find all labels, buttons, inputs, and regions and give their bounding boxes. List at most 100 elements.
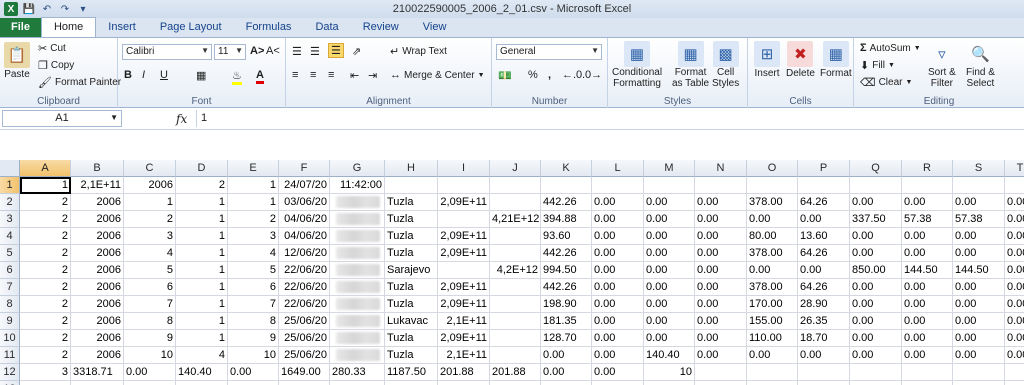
cell-c9[interactable]: 8 bbox=[124, 313, 176, 330]
middle-align-button[interactable]: ☰ bbox=[310, 45, 320, 58]
cell-l4[interactable]: 0.00 bbox=[592, 228, 644, 245]
cell-b11[interactable]: 2006 bbox=[71, 347, 124, 364]
cell-j11[interactable] bbox=[490, 347, 541, 364]
cell-e12[interactable]: 0.00 bbox=[228, 364, 279, 381]
conditional-formatting-button[interactable]: ▦ Conditional Formatting bbox=[612, 41, 662, 89]
cell-q5[interactable]: 0.00 bbox=[850, 245, 902, 262]
cell-k8[interactable]: 198.90 bbox=[541, 296, 592, 313]
borders-button[interactable]: ▦ bbox=[196, 69, 206, 82]
cell-f2[interactable]: 03/06/20 bbox=[279, 194, 330, 211]
row-header-11[interactable]: 11 bbox=[0, 347, 20, 364]
align-center-button[interactable]: ≡ bbox=[310, 69, 316, 81]
shrink-font-button[interactable]: A˂ bbox=[266, 45, 280, 57]
cell-n7[interactable]: 0.00 bbox=[695, 279, 747, 296]
cell-k11[interactable]: 0.00 bbox=[541, 347, 592, 364]
empty-cell[interactable] bbox=[71, 381, 124, 385]
tab-page-layout[interactable]: Page Layout bbox=[148, 18, 234, 37]
cell-i11[interactable]: 2,1E+11 bbox=[438, 347, 490, 364]
cell-h10[interactable]: Tuzla bbox=[385, 330, 438, 347]
cell-j4[interactable] bbox=[490, 228, 541, 245]
cell-h3[interactable]: Tuzla bbox=[385, 211, 438, 228]
tab-insert[interactable]: Insert bbox=[96, 18, 148, 37]
cell-t9[interactable]: 0.00 bbox=[1005, 313, 1024, 330]
cell-f8[interactable]: 22/06/20 bbox=[279, 296, 330, 313]
cell-a1[interactable]: 1 bbox=[20, 177, 71, 194]
empty-cell[interactable] bbox=[385, 381, 438, 385]
row-header-8[interactable]: 8 bbox=[0, 296, 20, 313]
column-header-n[interactable]: N bbox=[695, 160, 747, 177]
delete-cells-button[interactable]: ✖ Delete bbox=[786, 41, 815, 79]
cell-a3[interactable]: 2 bbox=[20, 211, 71, 228]
cell-b8[interactable]: 2006 bbox=[71, 296, 124, 313]
cell-c11[interactable]: 10 bbox=[124, 347, 176, 364]
cell-k1[interactable] bbox=[541, 177, 592, 194]
cell-l12[interactable]: 0.00 bbox=[592, 364, 644, 381]
cell-f12[interactable]: 1649.00 bbox=[279, 364, 330, 381]
cell-o7[interactable]: 378.00 bbox=[747, 279, 798, 296]
cell-s1[interactable] bbox=[953, 177, 1005, 194]
sort-filter-button[interactable]: ▿ Sort & Filter bbox=[928, 41, 956, 89]
cell-e5[interactable]: 4 bbox=[228, 245, 279, 262]
cell-p10[interactable]: 18.70 bbox=[798, 330, 850, 347]
cell-j2[interactable] bbox=[490, 194, 541, 211]
cell-s6[interactable]: 144.50 bbox=[953, 262, 1005, 279]
row-header-13[interactable]: 13 bbox=[0, 381, 20, 385]
cell-i9[interactable]: 2,1E+11 bbox=[438, 313, 490, 330]
cell-e6[interactable]: 5 bbox=[228, 262, 279, 279]
cell-d6[interactable]: 1 bbox=[176, 262, 228, 279]
cell-j1[interactable] bbox=[490, 177, 541, 194]
cell-f5[interactable]: 12/06/20 bbox=[279, 245, 330, 262]
column-header-a[interactable]: A bbox=[20, 160, 71, 177]
cell-s12[interactable] bbox=[953, 364, 1005, 381]
cell-r4[interactable]: 0.00 bbox=[902, 228, 953, 245]
cell-q3[interactable]: 337.50 bbox=[850, 211, 902, 228]
cell-q6[interactable]: 850.00 bbox=[850, 262, 902, 279]
empty-cell[interactable] bbox=[747, 381, 798, 385]
cell-g3[interactable] bbox=[330, 211, 385, 228]
cell-d3[interactable]: 1 bbox=[176, 211, 228, 228]
cell-k3[interactable]: 394.88 bbox=[541, 211, 592, 228]
cell-h2[interactable]: Tuzla bbox=[385, 194, 438, 211]
cell-t1[interactable] bbox=[1005, 177, 1024, 194]
decrease-indent-button[interactable]: ⇤ bbox=[350, 69, 359, 82]
cell-l2[interactable]: 0.00 bbox=[592, 194, 644, 211]
cell-l9[interactable]: 0.00 bbox=[592, 313, 644, 330]
merge-center-button[interactable]: ↔ Merge & Center ▼ bbox=[390, 69, 485, 81]
row-header-3[interactable]: 3 bbox=[0, 211, 20, 228]
cell-e7[interactable]: 6 bbox=[228, 279, 279, 296]
cell-i2[interactable]: 2,09E+11 bbox=[438, 194, 490, 211]
cell-h12[interactable]: 1187.50 bbox=[385, 364, 438, 381]
cell-r11[interactable]: 0.00 bbox=[902, 347, 953, 364]
column-header-p[interactable]: P bbox=[798, 160, 850, 177]
cell-n4[interactable]: 0.00 bbox=[695, 228, 747, 245]
cell-r1[interactable] bbox=[902, 177, 953, 194]
cell-g11[interactable] bbox=[330, 347, 385, 364]
column-header-r[interactable]: R bbox=[902, 160, 953, 177]
cell-g12[interactable]: 280.33 bbox=[330, 364, 385, 381]
cell-o6[interactable]: 0.00 bbox=[747, 262, 798, 279]
underline-button[interactable]: U bbox=[160, 69, 168, 81]
cell-t12[interactable] bbox=[1005, 364, 1024, 381]
empty-cell[interactable] bbox=[228, 381, 279, 385]
cell-a4[interactable]: 2 bbox=[20, 228, 71, 245]
row-header-12[interactable]: 12 bbox=[0, 364, 20, 381]
name-box[interactable]: A1 ▼ bbox=[2, 110, 122, 127]
cell-f10[interactable]: 25/06/20 bbox=[279, 330, 330, 347]
cell-i10[interactable]: 2,09E+11 bbox=[438, 330, 490, 347]
cell-t4[interactable]: 0.00 bbox=[1005, 228, 1024, 245]
column-header-d[interactable]: D bbox=[176, 160, 228, 177]
cell-o9[interactable]: 155.00 bbox=[747, 313, 798, 330]
cell-o12[interactable] bbox=[747, 364, 798, 381]
increase-indent-button[interactable]: ⇥ bbox=[368, 69, 377, 82]
cell-a10[interactable]: 2 bbox=[20, 330, 71, 347]
cell-o5[interactable]: 378.00 bbox=[747, 245, 798, 262]
cell-q7[interactable]: 0.00 bbox=[850, 279, 902, 296]
cell-t8[interactable]: 0.00 bbox=[1005, 296, 1024, 313]
cell-c5[interactable]: 4 bbox=[124, 245, 176, 262]
cell-m4[interactable]: 0.00 bbox=[644, 228, 695, 245]
cell-q9[interactable]: 0.00 bbox=[850, 313, 902, 330]
empty-cell[interactable] bbox=[176, 381, 228, 385]
empty-cell[interactable] bbox=[953, 381, 1005, 385]
cell-b2[interactable]: 2006 bbox=[71, 194, 124, 211]
empty-cell[interactable] bbox=[592, 381, 644, 385]
